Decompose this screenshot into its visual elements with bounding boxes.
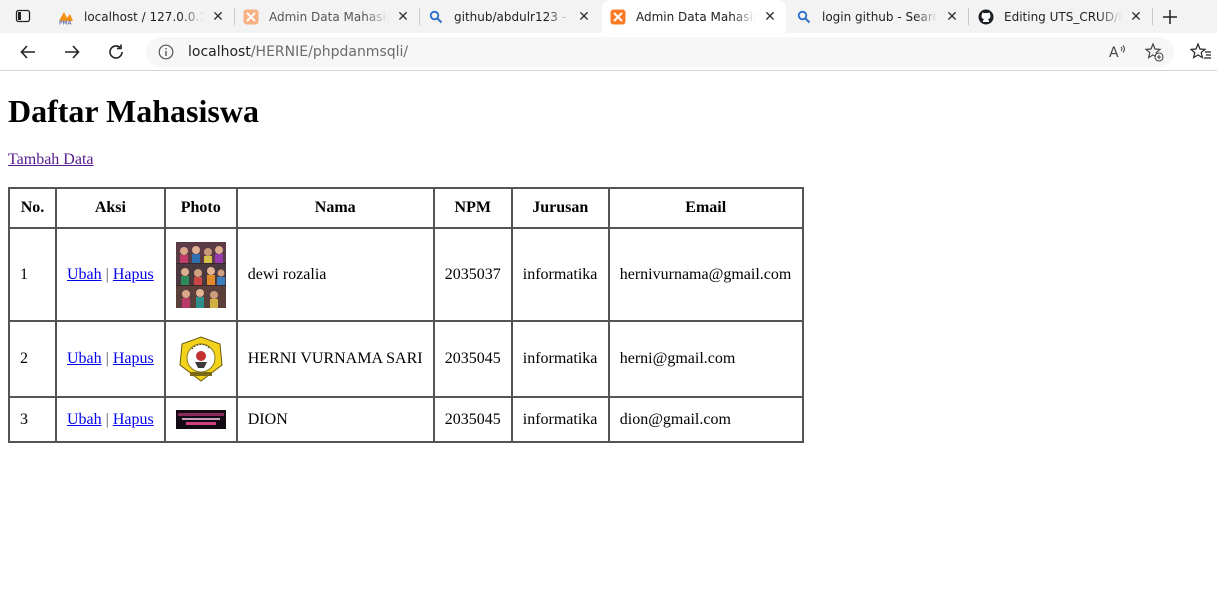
- cell-no: 3: [9, 397, 56, 442]
- header-npm: NPM: [433, 188, 512, 228]
- address-bar[interactable]: localhost/HERNIE/phpdanmsqli/ A: [146, 37, 1174, 67]
- action-separator: |: [105, 265, 109, 283]
- banner-image: [175, 410, 226, 429]
- tab-divider: [968, 8, 969, 25]
- svg-text:A: A: [1109, 45, 1119, 61]
- cell-jurusan: informatika: [511, 397, 609, 442]
- tab-strip: PMA localhost / 127.0.0.1 / ✕ Admin Data…: [0, 0, 1217, 33]
- cell-nama: HERNI VURNAMA SARI: [236, 321, 434, 397]
- tab-actions-button[interactable]: [10, 6, 36, 26]
- tab-admin-data-1[interactable]: Admin Data Mahasiswa ✕: [235, 0, 420, 33]
- header-aksi: Aksi: [56, 188, 165, 228]
- delete-link[interactable]: Hapus: [113, 266, 154, 283]
- tab-actions-icon: [15, 9, 31, 23]
- cell-actions: Ubah | Hapus: [56, 397, 165, 442]
- tab-github-search[interactable]: github/abdulr123 - Se ✕: [420, 0, 600, 33]
- browser-toolbar: localhost/HERNIE/phpdanmsqli/ A: [0, 33, 1217, 71]
- xampp-icon: [610, 9, 626, 25]
- url-host: localhost: [188, 44, 251, 60]
- table-row: 3 Ubah | Hapus DION 2035045 informatika …: [9, 397, 803, 442]
- action-separator: |: [105, 410, 109, 428]
- edit-link[interactable]: Ubah: [67, 350, 102, 367]
- cell-npm: 2035045: [433, 397, 512, 442]
- star-add-icon: [1144, 42, 1164, 62]
- cell-nama: dewi rozalia: [236, 228, 434, 321]
- new-tab-button[interactable]: [1158, 5, 1182, 29]
- close-icon[interactable]: ✕: [576, 9, 592, 25]
- cell-actions: Ubah | Hapus: [56, 228, 165, 321]
- tab-title: login github - Search: [822, 9, 938, 24]
- tab-admin-data-active[interactable]: Admin Data Mahasiswa ✕: [602, 0, 786, 33]
- cell-email: herni@gmail.com: [608, 321, 803, 397]
- close-icon[interactable]: ✕: [762, 9, 778, 25]
- close-icon[interactable]: ✕: [944, 9, 960, 25]
- cell-actions: Ubah | Hapus: [56, 321, 165, 397]
- page-title: Daftar Mahasiswa: [8, 93, 259, 129]
- cell-npm: 2035037: [433, 228, 512, 321]
- delete-link[interactable]: Hapus: [113, 350, 154, 367]
- github-icon: [978, 9, 994, 25]
- edit-link[interactable]: Ubah: [67, 411, 102, 428]
- close-icon[interactable]: ✕: [1128, 9, 1144, 25]
- university-logo-image: [175, 335, 226, 383]
- action-separator: |: [105, 350, 109, 367]
- header-nama: Nama: [236, 188, 434, 228]
- refresh-icon: [109, 44, 123, 59]
- close-icon[interactable]: ✕: [210, 9, 226, 25]
- add-data-link[interactable]: Tambah Data: [8, 151, 94, 169]
- header-jurusan: Jurusan: [511, 188, 609, 228]
- tab-title: Admin Data Mahasiswa: [636, 9, 756, 24]
- edit-link[interactable]: Ubah: [67, 266, 102, 283]
- read-aloud-icon: A: [1109, 45, 1125, 61]
- back-button[interactable]: [15, 39, 41, 65]
- tab-title: localhost / 127.0.0.1 /: [84, 9, 204, 24]
- arrow-right-icon: [65, 45, 80, 59]
- table-header-row: No. Aksi Photo Nama NPM Jurusan Email: [9, 188, 803, 228]
- cell-email: dion@gmail.com: [608, 397, 803, 442]
- search-icon: [796, 9, 812, 25]
- svg-text:PMA: PMA: [59, 20, 72, 25]
- cell-npm: 2035045: [433, 321, 512, 397]
- forward-button[interactable]: [59, 39, 85, 65]
- cell-photo: [164, 397, 237, 442]
- cell-no: 2: [9, 321, 56, 397]
- tab-title: Admin Data Mahasiswa: [269, 9, 389, 24]
- close-icon[interactable]: ✕: [395, 9, 411, 25]
- favorites-button[interactable]: [1189, 42, 1212, 62]
- tab-login-github-search[interactable]: login github - Search ✕: [788, 0, 969, 33]
- plus-icon: [1163, 10, 1177, 24]
- table-row: 2 Ubah | Hapus HERNI VURNAMA SARI 203504…: [9, 321, 803, 397]
- refresh-button[interactable]: [103, 39, 129, 65]
- table-row: 1 Ubah | Hapus dewi rozalia 2035037 info…: [9, 228, 803, 321]
- delete-link[interactable]: Hapus: [113, 411, 154, 428]
- header-no: No.: [9, 188, 56, 228]
- url-text[interactable]: localhost/HERNIE/phpdanmsqli/: [188, 44, 408, 60]
- header-photo: Photo: [164, 188, 237, 228]
- page-content: Daftar Mahasiswa Tambah Data No. Aksi Ph…: [8, 71, 1217, 605]
- cell-photo: [164, 321, 237, 397]
- info-icon[interactable]: [158, 44, 174, 60]
- student-photo: [175, 241, 226, 308]
- tab-divider: [1152, 8, 1153, 25]
- xampp-icon: [243, 9, 259, 25]
- tab-github-editing[interactable]: Editing UTS_CRUD/RE ✕: [970, 0, 1153, 33]
- cell-email: hernivurnama@gmail.com: [608, 228, 803, 321]
- header-email: Email: [608, 188, 803, 228]
- url-path: /HERNIE/phpdanmsqli/: [250, 44, 409, 60]
- tab-title: github/abdulr123 - Se: [454, 9, 570, 24]
- tab-phpmyadmin[interactable]: PMA localhost / 127.0.0.1 / ✕: [50, 0, 235, 33]
- add-favorite-button[interactable]: [1144, 42, 1164, 62]
- tab-title: Editing UTS_CRUD/RE: [1004, 9, 1122, 24]
- cell-no: 1: [9, 228, 56, 321]
- students-table: No. Aksi Photo Nama NPM Jurusan Email 1 …: [8, 187, 804, 443]
- search-icon: [428, 9, 444, 25]
- favorites-list-icon: [1189, 42, 1211, 59]
- cell-nama: DION: [236, 397, 434, 442]
- arrow-left-icon: [20, 45, 35, 59]
- cell-jurusan: informatika: [511, 321, 609, 397]
- cell-jurusan: informatika: [511, 228, 609, 321]
- phpmyadmin-icon: PMA: [58, 9, 74, 25]
- cell-photo: [164, 228, 237, 321]
- read-aloud-button[interactable]: A: [1108, 42, 1128, 62]
